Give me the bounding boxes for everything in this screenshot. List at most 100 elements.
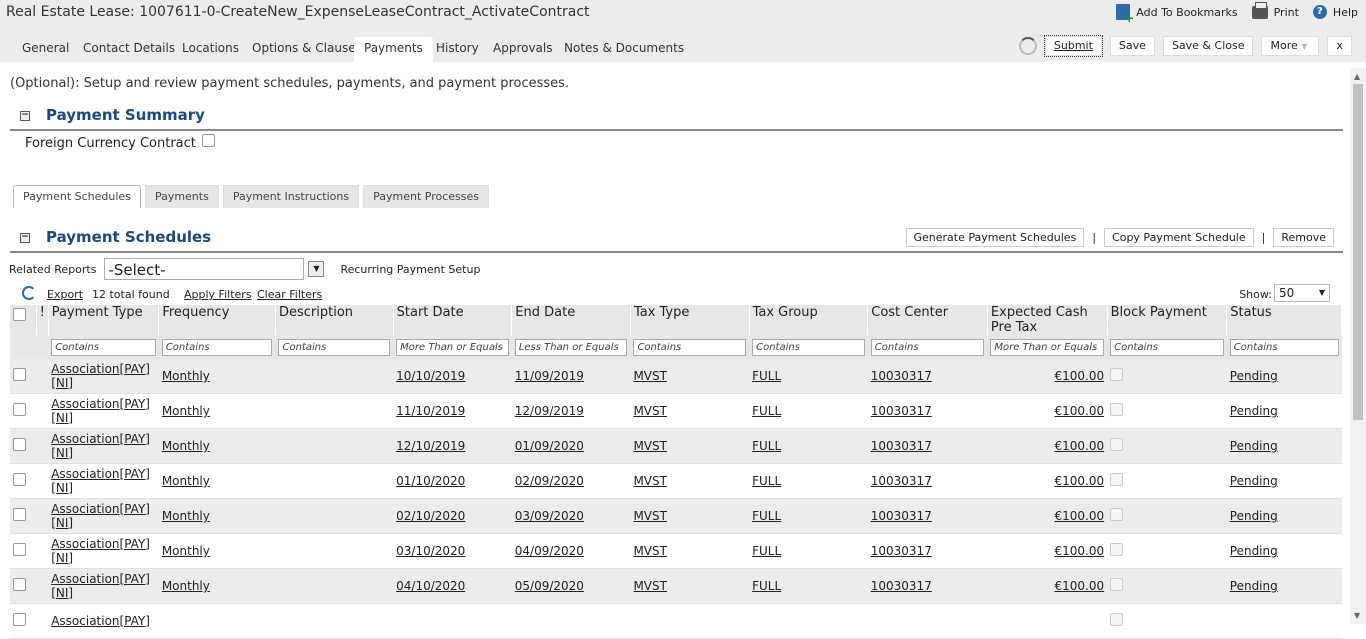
cell-payment-type[interactable]: Association[PAY][NI] xyxy=(51,572,150,600)
cell-tax-group[interactable]: FULL xyxy=(752,369,781,383)
col-frequency[interactable]: Frequency xyxy=(158,305,276,335)
block-payment-checkbox[interactable] xyxy=(1110,438,1124,451)
filter-block-payment[interactable]: Contains xyxy=(1110,338,1224,356)
filter-tax-group[interactable]: Contains xyxy=(752,338,865,356)
cell-cost-center[interactable]: 10030317 xyxy=(871,509,932,523)
cell-expected-cash[interactable]: €100.00 xyxy=(1054,439,1104,453)
cell-frequency[interactable]: Monthly xyxy=(162,369,210,383)
filter-end-date[interactable]: Less Than or Equals xyxy=(514,338,628,356)
cell-status[interactable]: Pending xyxy=(1230,439,1278,453)
tab-options-clauses[interactable]: Options & Clauses xyxy=(242,37,372,62)
col-flag[interactable]: ! xyxy=(36,305,49,335)
cell-payment-type[interactable]: Association[PAY][NI] xyxy=(51,537,150,565)
select-all-checkbox[interactable] xyxy=(13,308,26,321)
scroll-up-icon[interactable]: ▲ xyxy=(1354,72,1360,81)
row-checkbox[interactable] xyxy=(13,473,26,486)
cell-tax-group[interactable]: FULL xyxy=(752,474,781,488)
refresh-icon[interactable] xyxy=(22,286,36,300)
cell-tax-group[interactable]: FULL xyxy=(752,579,781,593)
cell-tax-type[interactable]: MVST xyxy=(633,474,667,488)
row-checkbox[interactable] xyxy=(13,403,26,416)
col-description[interactable]: Description xyxy=(275,305,394,335)
related-reports-select[interactable]: -Select- xyxy=(104,258,305,280)
subtab-payments[interactable]: Payments xyxy=(144,185,219,208)
col-expected-cash[interactable]: Expected Cash Pre Tax xyxy=(987,305,1108,335)
cell-tax-type[interactable]: MVST xyxy=(633,509,667,523)
recurring-setup-link[interactable]: Recurring Payment Setup xyxy=(340,263,480,276)
subtab-payment-processes[interactable]: Payment Processes xyxy=(363,185,489,208)
foreign-currency-checkbox[interactable] xyxy=(201,134,215,147)
cell-frequency[interactable]: Monthly xyxy=(162,439,210,453)
collapse-icon[interactable]: − xyxy=(20,233,30,243)
cell-status[interactable]: Pending xyxy=(1230,369,1278,383)
cell-expected-cash[interactable]: €100.00 xyxy=(1054,369,1104,383)
submit-button[interactable]: Submit xyxy=(1043,35,1103,57)
col-end-date[interactable]: End Date xyxy=(511,305,631,335)
filter-payment-type[interactable]: Contains xyxy=(51,338,156,356)
scrollbar-thumb[interactable] xyxy=(1353,84,1363,420)
cell-end-date[interactable]: 12/09/2019 xyxy=(515,404,584,418)
row-checkbox[interactable] xyxy=(13,508,26,521)
subtab-payment-schedules[interactable]: Payment Schedules xyxy=(13,185,141,208)
cell-end-date[interactable]: 05/09/2020 xyxy=(515,579,584,593)
row-checkbox[interactable] xyxy=(13,438,26,451)
save-close-button[interactable]: Save & Close xyxy=(1162,36,1254,56)
cell-end-date[interactable]: 02/09/2020 xyxy=(515,474,584,488)
filter-start-date[interactable]: More Than or Equals xyxy=(396,338,509,356)
cell-frequency[interactable]: Monthly xyxy=(162,474,210,488)
col-tax-type[interactable]: Tax Type xyxy=(630,305,750,335)
tab-notes-documents[interactable]: Notes & Documents xyxy=(554,37,694,62)
col-cost-center[interactable]: Cost Center xyxy=(867,305,988,335)
cell-status[interactable]: Pending xyxy=(1230,544,1278,558)
cell-cost-center[interactable]: 10030317 xyxy=(871,404,932,418)
filter-expected-cash[interactable]: More Than or Equals xyxy=(990,338,1105,356)
cell-payment-type[interactable]: Association[PAY][NI] xyxy=(51,397,150,425)
cell-tax-group[interactable]: FULL xyxy=(752,439,781,453)
page-size-select[interactable]: 50 ▼ xyxy=(1274,284,1330,302)
apply-filters-link[interactable]: Apply Filters xyxy=(184,288,252,301)
block-payment-checkbox[interactable] xyxy=(1110,508,1124,521)
block-payment-checkbox[interactable] xyxy=(1110,543,1124,556)
cell-start-date[interactable]: 01/10/2020 xyxy=(396,474,465,488)
filter-tax-type[interactable]: Contains xyxy=(633,338,747,356)
cell-tax-type[interactable]: MVST xyxy=(633,579,667,593)
filter-cost-center[interactable]: Contains xyxy=(870,338,985,356)
cell-tax-group[interactable]: FULL xyxy=(752,509,781,523)
col-tax-group[interactable]: Tax Group xyxy=(749,305,869,335)
cell-start-date[interactable]: 03/10/2020 xyxy=(396,544,465,558)
cell-end-date[interactable]: 04/09/2020 xyxy=(515,544,584,558)
block-payment-checkbox[interactable] xyxy=(1110,368,1124,381)
cell-status[interactable]: Pending xyxy=(1230,474,1278,488)
cell-tax-type[interactable]: MVST xyxy=(633,369,667,383)
more-button[interactable]: More ▼ xyxy=(1261,36,1320,56)
filter-frequency[interactable]: Contains xyxy=(161,338,273,356)
row-checkbox[interactable] xyxy=(13,613,26,626)
filter-status[interactable]: Contains xyxy=(1229,338,1339,356)
block-payment-checkbox[interactable] xyxy=(1110,613,1124,626)
cell-payment-type[interactable]: Association[PAY][NI] xyxy=(51,502,150,530)
cell-start-date[interactable]: 02/10/2020 xyxy=(396,509,465,523)
copy-schedule-button[interactable]: Copy Payment Schedule xyxy=(1104,228,1254,247)
chevron-down-icon[interactable]: ▼ xyxy=(308,261,325,277)
cell-cost-center[interactable]: 10030317 xyxy=(871,579,932,593)
clear-filters-link[interactable]: Clear Filters xyxy=(257,288,322,301)
cell-cost-center[interactable]: 10030317 xyxy=(871,439,932,453)
row-checkbox[interactable] xyxy=(13,543,26,556)
subtab-payment-instructions[interactable]: Payment Instructions xyxy=(222,185,360,208)
generate-schedules-button[interactable]: Generate Payment Schedules xyxy=(905,228,1085,247)
cell-cost-center[interactable]: 10030317 xyxy=(871,369,932,383)
tab-general[interactable]: General xyxy=(12,37,79,62)
cell-tax-type[interactable]: MVST xyxy=(633,404,667,418)
block-payment-checkbox[interactable] xyxy=(1110,473,1124,486)
cell-tax-type[interactable]: MVST xyxy=(633,439,667,453)
cell-payment-type[interactable]: Association[PAY][NI] xyxy=(51,362,150,390)
add-bookmark-link[interactable]: Add To Bookmarks xyxy=(1116,4,1238,23)
cell-cost-center[interactable]: 10030317 xyxy=(871,544,932,558)
cell-cost-center[interactable]: 10030317 xyxy=(871,474,932,488)
cell-end-date[interactable]: 01/09/2020 xyxy=(515,439,584,453)
col-status[interactable]: Status xyxy=(1226,305,1342,335)
cell-end-date[interactable]: 11/09/2019 xyxy=(515,369,584,383)
cell-expected-cash[interactable]: €100.00 xyxy=(1054,404,1104,418)
cell-start-date[interactable]: 11/10/2019 xyxy=(396,404,465,418)
row-checkbox[interactable] xyxy=(13,578,26,591)
